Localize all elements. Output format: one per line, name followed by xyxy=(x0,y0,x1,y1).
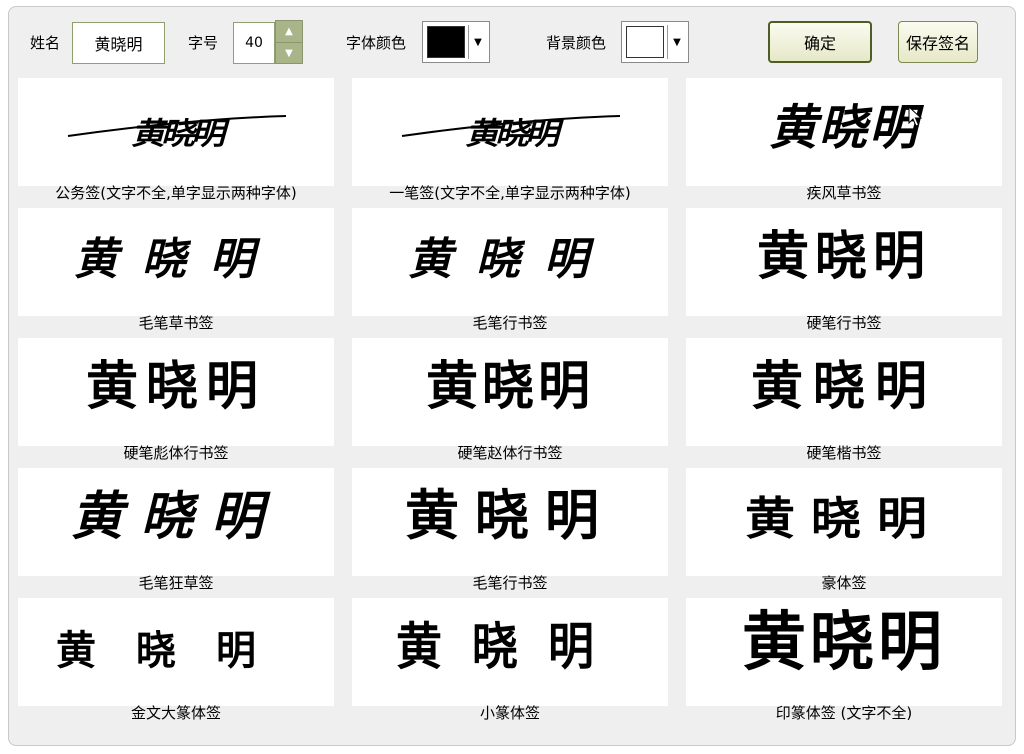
signature-caption: 硬笔彪体行书签 xyxy=(123,444,229,462)
signature-image: 黄晓明 xyxy=(86,356,266,417)
signature-card[interactable]: 黄晓明 xyxy=(686,468,1002,576)
signature-card[interactable]: 黄晓明 xyxy=(686,598,1002,706)
name-label: 姓名 xyxy=(30,34,61,52)
signature-image: 黄晓明 xyxy=(742,605,946,680)
signature-card[interactable]: 黄晓明 xyxy=(686,78,1002,186)
signature-image: 黄晓明 xyxy=(405,483,615,547)
signature-caption: 毛笔狂草签 xyxy=(138,574,214,592)
signature-text: 黄晓明 xyxy=(757,226,931,287)
signature-text: 黄晓明 xyxy=(465,116,565,152)
signature-text: 黄晓明 xyxy=(131,116,231,152)
signature-text: 黄晓明 xyxy=(405,483,615,547)
signature-card[interactable]: 黄晓明 xyxy=(686,208,1002,316)
chevron-down-icon[interactable]: ▼ xyxy=(468,25,487,59)
font-size-input[interactable]: 40 xyxy=(233,22,275,64)
signature-caption: 毛笔草书签 xyxy=(138,314,214,332)
signature-text: 黄晓明 xyxy=(742,605,946,680)
signature-text: 黄晓明 xyxy=(426,356,594,417)
signature-image: 黄晓明 xyxy=(745,492,943,545)
signature-card[interactable]: 黄晓明 xyxy=(352,78,668,186)
signature-caption: 一笔签(文字不全,单字显示两种字体) xyxy=(389,184,631,202)
save-signature-button[interactable]: 保存签名 xyxy=(898,21,978,63)
signature-image: 黄晓明 xyxy=(56,627,296,674)
signature-caption: 金文大篆体签 xyxy=(130,704,221,722)
stepper-down-icon[interactable]: ▼ xyxy=(276,42,302,64)
signature-card[interactable]: 黄晓明 xyxy=(352,468,668,576)
signature-caption: 小篆体签 xyxy=(479,704,540,722)
font-color-picker[interactable]: ▼ xyxy=(422,21,490,63)
signature-image: 黄晓明 xyxy=(426,356,594,417)
signature-text: 黄晓明 xyxy=(769,100,925,156)
stepper-up-icon[interactable]: ▲ xyxy=(276,21,302,42)
font-color-swatch xyxy=(427,26,465,58)
signature-card[interactable]: 黄晓明 xyxy=(18,468,334,576)
signature-image: 黄晓明 xyxy=(751,356,937,417)
signature-card[interactable]: 黄晓明 xyxy=(18,78,334,186)
signature-image: 黄晓明 xyxy=(67,115,287,152)
mouse-cursor-icon xyxy=(908,106,923,127)
confirm-button[interactable]: 确定 xyxy=(768,21,872,63)
signature-image: 黄晓明 xyxy=(769,100,925,156)
signature-caption: 毛笔行书签 xyxy=(472,314,548,332)
signature-text: 黄晓明 xyxy=(74,234,278,285)
signature-image: 黄晓明 xyxy=(71,486,281,547)
font-color-label: 字体颜色 xyxy=(346,34,407,52)
signature-text: 黄晓明 xyxy=(408,234,612,285)
font-size-stepper[interactable]: ▲ ▼ xyxy=(275,20,303,64)
signature-caption: 毛笔行书签 xyxy=(472,574,548,592)
name-input[interactable]: 黄晓明 xyxy=(72,22,165,64)
signature-text: 黄晓明 xyxy=(86,356,266,417)
signature-image: 黄晓明 xyxy=(401,115,621,152)
signature-image: 黄晓明 xyxy=(396,618,624,677)
bg-color-swatch xyxy=(626,26,664,58)
signature-caption: 疾风草书签 xyxy=(806,184,882,202)
signature-image: 黄晓明 xyxy=(408,234,612,285)
signature-card[interactable]: 黄晓明 xyxy=(18,598,334,706)
signature-card[interactable]: 黄晓明 xyxy=(18,208,334,316)
signature-caption: 豪体签 xyxy=(821,574,867,592)
signature-text: 黄晓明 xyxy=(71,486,281,547)
font-size-label: 字号 xyxy=(188,34,219,52)
signature-card[interactable]: 黄晓明 xyxy=(18,338,334,446)
signature-text: 黄晓明 xyxy=(56,627,296,674)
signature-card[interactable]: 黄晓明 xyxy=(352,208,668,316)
signature-text: 黄晓明 xyxy=(745,492,943,545)
signature-image: 黄晓明 xyxy=(74,234,278,285)
signature-caption: 公务签(文字不全,单字显示两种字体) xyxy=(55,184,297,202)
signature-text: 黄晓明 xyxy=(396,618,624,677)
signature-card[interactable]: 黄晓明 xyxy=(686,338,1002,446)
signature-card[interactable]: 黄晓明 xyxy=(352,338,668,446)
signature-image: 黄晓明 xyxy=(757,226,931,287)
signature-text: 黄晓明 xyxy=(751,356,937,417)
signature-card[interactable]: 黄晓明 xyxy=(352,598,668,706)
signature-caption: 硬笔赵体行书签 xyxy=(457,444,563,462)
bg-color-picker[interactable]: ▼ xyxy=(621,21,689,63)
bg-color-label: 背景颜色 xyxy=(546,34,607,52)
signature-caption: 印篆体签 (文字不全) xyxy=(775,704,913,722)
signature-caption: 硬笔楷书签 xyxy=(806,444,882,462)
signature-caption: 硬笔行书签 xyxy=(806,314,882,332)
chevron-down-icon[interactable]: ▼ xyxy=(667,25,686,59)
